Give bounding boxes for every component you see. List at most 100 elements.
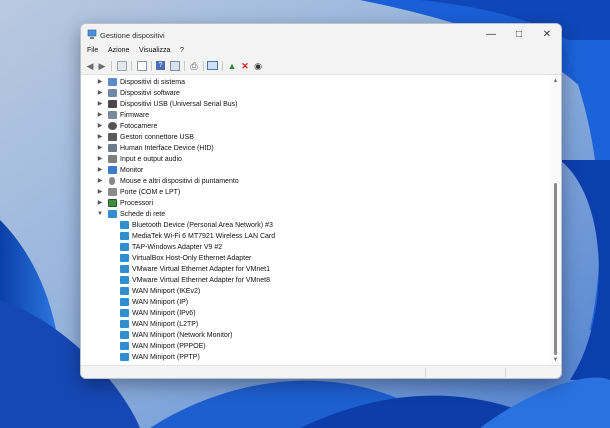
tree-item-processori[interactable]: ▶ Processori (81, 198, 550, 209)
tree-item-label: Schede di rete (120, 211, 166, 218)
scrollbar-thumb[interactable] (554, 183, 557, 355)
print-icon[interactable]: ⎙ (189, 61, 199, 71)
close-button[interactable]: ✕ (533, 24, 561, 46)
expand-chevron-icon[interactable]: ▶ (97, 166, 103, 174)
device-manager-app-icon (87, 29, 97, 39)
expand-chevron-icon[interactable]: ▶ (97, 122, 103, 130)
help-icon[interactable]: ? (156, 61, 165, 70)
tree-item-fotocamere[interactable]: ▶ Fotocamere (81, 121, 550, 132)
network-adapter-icon (120, 298, 129, 306)
tree-item-mouse[interactable]: ▶ Mouse e altri dispositivi di puntament… (81, 176, 550, 187)
toolbar-separator (184, 61, 185, 71)
network-adapter-icon (120, 342, 129, 350)
tree-item-label: Bluetooth Device (Personal Area Network)… (132, 222, 273, 229)
tree-item-dispositivi-di-sistema[interactable]: ▶ Dispositivi di sistema (81, 77, 550, 88)
menu-visualizza[interactable]: Visualizza (139, 47, 170, 54)
tree-item-network-adapter[interactable]: VirtualBox Host-Only Ethernet Adapter (81, 253, 550, 264)
tree-item-label: Dispositivi di sistema (120, 79, 185, 86)
maximize-button[interactable]: □ (505, 24, 533, 46)
show-hide-icon[interactable] (117, 61, 127, 71)
tree-item-label: VirtualBox Host-Only Ethernet Adapter (132, 255, 252, 262)
expand-chevron-icon[interactable]: ▶ (97, 177, 103, 185)
title-bar[interactable]: Gestione dispositivi — □ ✕ (81, 24, 561, 46)
audio-icon (108, 155, 117, 163)
toolbar-separator (203, 61, 204, 71)
expand-chevron-icon[interactable]: ▶ (97, 199, 103, 207)
tree-item-label: WAN Miniport (Network Monitor) (132, 332, 233, 339)
tree-item-network-adapter[interactable]: WAN Miniport (Network Monitor) (81, 330, 550, 341)
expand-chevron-icon[interactable]: ▶ (97, 188, 103, 196)
vertical-scrollbar[interactable]: ▲ ▼ (550, 75, 561, 365)
tree-item-hid[interactable]: ▶ Human Interface Device (HID) (81, 143, 550, 154)
expand-chevron-icon[interactable]: ▶ (97, 144, 103, 152)
network-adapter-icon (120, 232, 129, 240)
network-adapter-icon (120, 265, 129, 273)
expand-chevron-icon[interactable]: ▶ (97, 133, 103, 141)
toolbar-separator (222, 61, 223, 71)
expand-chevron-icon[interactable]: ▶ (97, 155, 103, 163)
tree-item-network-adapter[interactable]: TAP-Windows Adapter V9 #2 (81, 242, 550, 253)
list-view-icon[interactable] (170, 61, 180, 71)
tree-item-label: WAN Miniport (IPv6) (132, 310, 196, 317)
mouse-icon (109, 177, 115, 185)
toolbar: ◀ ▶ ? ⎙ ▲ ✕ ◉ (81, 58, 561, 75)
tree-item-network-adapter[interactable]: MediaTek Wi-Fi 6 MT7921 Wireless LAN Car… (81, 231, 550, 242)
scroll-down-icon[interactable]: ▼ (552, 356, 559, 364)
collapse-chevron-icon[interactable]: ▼ (97, 210, 103, 218)
toolbar-separator (131, 61, 132, 71)
update-driver-icon[interactable]: ◉ (253, 61, 263, 71)
processor-icon (108, 199, 117, 207)
network-adapter-icon (120, 254, 129, 262)
tree-item-label: WAN Miniport (PPPOE) (132, 343, 206, 350)
ports-icon (108, 188, 117, 196)
menu-azione[interactable]: Azione (108, 47, 129, 54)
status-bar (81, 365, 561, 378)
tree-item-porte[interactable]: ▶ Porte (COM e LPT) (81, 187, 550, 198)
tree-item-network-adapter[interactable]: VMware Virtual Ethernet Adapter for VMne… (81, 264, 550, 275)
tree-item-gestori-connettore-usb[interactable]: ▶ Gestori connettore USB (81, 132, 550, 143)
expand-chevron-icon[interactable]: ▶ (97, 78, 103, 86)
tree-item-dispositivi-usb[interactable]: ▶ Dispositivi USB (Universal Serial Bus) (81, 99, 550, 110)
minimize-button[interactable]: — (477, 24, 505, 46)
tree-item-network-adapter[interactable]: WAN Miniport (IPv6) (81, 308, 550, 319)
network-adapter-icon (120, 287, 129, 295)
tree-item-label: Porte (COM e LPT) (120, 189, 181, 196)
scroll-up-icon[interactable]: ▲ (552, 77, 559, 85)
device-tree: ▶ Dispositivi di sistema ▶ Dispositivi s… (81, 75, 550, 365)
uninstall-icon[interactable]: ✕ (240, 61, 250, 71)
hid-icon (108, 144, 117, 152)
properties-icon[interactable] (137, 61, 147, 71)
window-title: Gestione dispositivi (100, 31, 165, 40)
menu-bar: File Azione Visualizza ? (81, 46, 561, 58)
tree-item-network-adapter[interactable]: WAN Miniport (PPTP) (81, 352, 550, 363)
tree-item-network-adapter[interactable]: WAN Miniport (IKEv2) (81, 286, 550, 297)
tree-item-network-adapter[interactable]: VMware Virtual Ethernet Adapter for VMne… (81, 275, 550, 286)
toolbar-separator (111, 61, 112, 71)
menu-help[interactable]: ? (180, 47, 184, 54)
expand-chevron-icon[interactable]: ▶ (97, 111, 103, 119)
network-adapter-icon (120, 309, 129, 317)
tree-item-network-adapter[interactable]: WAN Miniport (IP) (81, 297, 550, 308)
tree-item-firmware[interactable]: ▶ Firmware (81, 110, 550, 121)
firmware-icon (108, 111, 117, 119)
tree-item-input-output-audio[interactable]: ▶ Input e output audio (81, 154, 550, 165)
forward-icon[interactable]: ▶ (97, 61, 107, 71)
tree-item-network-adapter[interactable]: Bluetooth Device (Personal Area Network)… (81, 220, 550, 231)
tree-item-label: WAN Miniport (L2TP) (132, 321, 199, 328)
back-icon[interactable]: ◀ (85, 61, 95, 71)
tree-item-label: MediaTek Wi-Fi 6 MT7921 Wireless LAN Car… (132, 233, 276, 240)
status-divider (425, 368, 426, 377)
enable-device-icon[interactable]: ▲ (227, 61, 237, 71)
tree-item-label: WAN Miniport (IKEv2) (132, 288, 201, 295)
tree-item-monitor[interactable]: ▶ Monitor (81, 165, 550, 176)
tree-item-network-adapter[interactable]: WAN Miniport (PPPOE) (81, 341, 550, 352)
tree-item-schede-di-rete[interactable]: ▼ Schede di rete (81, 209, 550, 220)
expand-chevron-icon[interactable]: ▶ (97, 100, 103, 108)
scan-hardware-icon[interactable] (207, 61, 218, 70)
tree-item-network-adapter[interactable]: WAN Miniport (L2TP) (81, 319, 550, 330)
tree-item-dispositivi-software[interactable]: ▶ Dispositivi software (81, 88, 550, 99)
close-icon: ✕ (542, 29, 552, 40)
expand-chevron-icon[interactable]: ▶ (97, 89, 103, 97)
tree-item-label: VMware Virtual Ethernet Adapter for VMne… (132, 277, 270, 284)
menu-file[interactable]: File (87, 47, 98, 54)
